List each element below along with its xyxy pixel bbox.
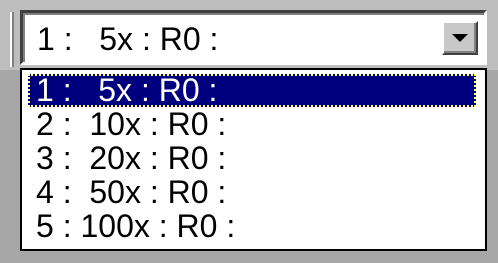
list-item-4[interactable]: 4 : 50x : R0 : (28, 176, 476, 209)
list-item-1[interactable]: 1 : 5x : R0 : (28, 74, 476, 107)
objective-combobox[interactable]: 1 : 5x : R0 : (20, 10, 487, 65)
combobox-current-value: 1 : 5x : R0 : (37, 21, 219, 57)
objective-dropdown-list[interactable]: 1 : 5x : R0 : 2 : 10x : R0 : 3 : 20x : R… (20, 68, 487, 251)
list-item-2[interactable]: 2 : 10x : R0 : (28, 108, 476, 141)
chevron-down-icon (452, 34, 468, 42)
toolbar-divider (10, 12, 12, 67)
list-item-5[interactable]: 5 : 100x : R0 : (28, 210, 476, 243)
list-item-3[interactable]: 3 : 20x : R0 : (28, 142, 476, 175)
dropdown-button[interactable] (442, 21, 478, 55)
